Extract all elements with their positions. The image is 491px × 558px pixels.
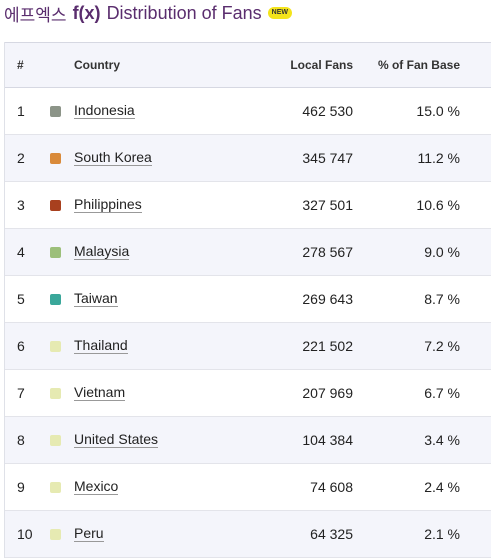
country-color-swatch <box>50 511 61 557</box>
fan-base-percent-cell: 3.4 % <box>424 432 460 448</box>
country-color-swatch <box>50 229 61 275</box>
country-link[interactable]: Indonesia <box>74 103 135 119</box>
country-link[interactable]: Vietnam <box>74 385 126 401</box>
country-cell: United States <box>74 417 159 463</box>
country-color-swatch <box>50 88 61 134</box>
rank-cell: 10 <box>17 526 33 542</box>
artist-name: f(x) <box>72 2 101 23</box>
rank-cell: 7 <box>17 385 25 401</box>
local-fans-cell: 278 567 <box>302 244 353 260</box>
country-color-swatch <box>50 370 61 416</box>
column-header-fan-base-percent: % of Fan Base <box>377 58 460 72</box>
country-cell: Mexico <box>74 464 119 510</box>
fan-base-percent-cell: 15.0 % <box>416 103 460 119</box>
color-dot-icon <box>50 481 61 493</box>
local-fans-cell: 221 502 <box>302 338 353 354</box>
rank-cell: 6 <box>17 338 25 354</box>
column-header-country: Country <box>74 58 120 72</box>
column-header-local-fans: Local Fans <box>290 58 353 72</box>
rank-cell: 1 <box>17 103 25 119</box>
rank-cell: 5 <box>17 291 25 307</box>
color-dot-icon <box>50 340 61 352</box>
fan-base-percent-cell: 2.4 % <box>424 479 460 495</box>
fan-base-percent-cell: 7.2 % <box>424 338 460 354</box>
country-cell: South Korea <box>74 135 152 181</box>
fan-base-percent-cell: 8.7 % <box>424 291 460 307</box>
color-dot-icon <box>50 105 61 117</box>
country-link[interactable]: South Korea <box>74 150 152 166</box>
local-fans-cell: 269 643 <box>302 291 353 307</box>
color-dot-icon <box>50 528 61 540</box>
country-color-swatch <box>50 417 61 463</box>
fan-base-percent-cell: 9.0 % <box>424 244 460 260</box>
fan-base-percent-cell: 6.7 % <box>424 385 460 401</box>
artist-korean-name: 에프엑스 <box>4 5 67 26</box>
country-color-swatch <box>50 464 61 510</box>
rank-cell: 8 <box>17 432 25 448</box>
local-fans-cell: 345 747 <box>302 150 353 166</box>
page-title: Distribution of Fans <box>106 2 262 23</box>
color-dot-icon <box>50 293 61 305</box>
country-cell: Peru <box>74 511 104 557</box>
local-fans-cell: 74 608 <box>310 479 353 495</box>
country-link[interactable]: United States <box>74 432 159 448</box>
country-color-swatch <box>50 182 61 228</box>
rank-cell: 4 <box>17 244 25 260</box>
table-row: 1 Indonesia 462 530 15.0 % <box>5 88 491 135</box>
country-link[interactable]: Peru <box>74 526 104 542</box>
country-link[interactable]: Taiwan <box>74 291 118 307</box>
fan-base-percent-cell: 10.6 % <box>416 197 460 213</box>
fan-base-percent-cell: 11.2 % <box>417 150 460 166</box>
table-row: 3 Philippines 327 501 10.6 % <box>5 182 491 229</box>
color-dot-icon <box>50 152 61 164</box>
rank-cell: 9 <box>17 479 25 495</box>
table-row: 7 Vietnam 207 969 6.7 % <box>5 370 491 417</box>
country-link[interactable]: Malaysia <box>74 244 130 260</box>
table-row: 5 Taiwan 269 643 8.7 % <box>5 276 491 323</box>
page-header: 에프엑스 f(x) Distribution of Fans NEW <box>4 0 292 26</box>
table-row: 9 Mexico 74 608 2.4 % <box>5 464 491 511</box>
country-cell: Philippines <box>74 182 142 228</box>
rank-cell: 2 <box>17 150 25 166</box>
country-cell: Malaysia <box>74 229 130 275</box>
column-header-rank: # <box>17 58 24 72</box>
color-dot-icon <box>50 387 61 399</box>
fan-base-percent-cell: 2.1 % <box>424 526 460 542</box>
color-dot-icon <box>50 434 61 446</box>
local-fans-cell: 104 384 <box>302 432 353 448</box>
fan-distribution-table: # Country Local Fans % of Fan Base 1 Indo… <box>4 42 491 558</box>
table-body: 1 Indonesia 462 530 15.0 % 2 South Korea 345 7… <box>5 88 491 558</box>
table-row: 8 United States 104 384 3.4 % <box>5 417 491 464</box>
rank-cell: 3 <box>17 197 25 213</box>
table-row: 4 Malaysia 278 567 9.0 % <box>5 229 491 276</box>
country-color-swatch <box>50 135 61 181</box>
color-dot-icon <box>50 246 61 258</box>
local-fans-cell: 64 325 <box>310 526 353 542</box>
local-fans-cell: 207 969 <box>302 385 353 401</box>
country-link[interactable]: Philippines <box>74 197 142 213</box>
country-link[interactable]: Mexico <box>74 479 119 495</box>
table-header-row: # Country Local Fans % of Fan Base <box>5 42 491 88</box>
local-fans-cell: 327 501 <box>302 197 353 213</box>
color-dot-icon <box>50 199 61 211</box>
country-color-swatch <box>50 276 61 322</box>
local-fans-cell: 462 530 <box>302 103 353 119</box>
table-row: 2 South Korea 345 747 11.2 % <box>5 135 491 182</box>
table-row: 10 Peru 64 325 2.1 % <box>5 511 491 558</box>
country-link[interactable]: Thailand <box>74 338 128 354</box>
country-cell: Indonesia <box>74 88 135 134</box>
table-row: 6 Thailand 221 502 7.2 % <box>5 323 491 370</box>
country-cell: Vietnam <box>74 370 126 416</box>
new-badge: NEW <box>267 7 292 19</box>
country-cell: Taiwan <box>74 276 118 322</box>
country-cell: Thailand <box>74 323 128 369</box>
country-color-swatch <box>50 323 61 369</box>
